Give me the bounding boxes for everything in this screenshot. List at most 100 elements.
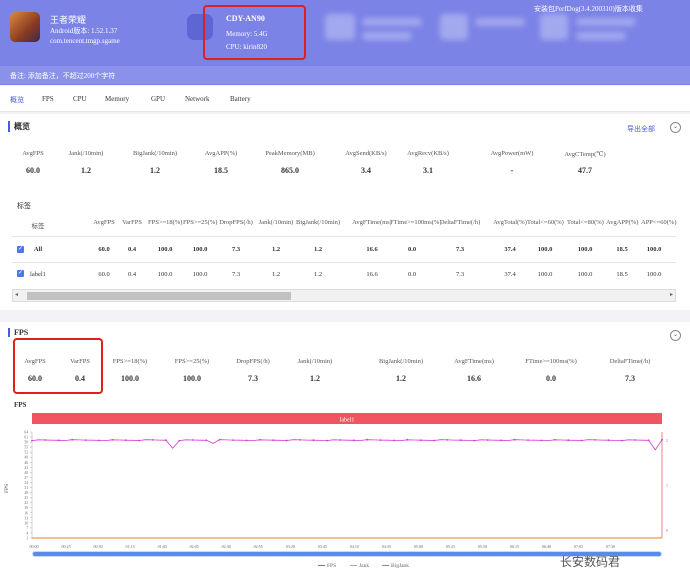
- overview-stat-label: AvgCTemp(℃): [564, 151, 606, 158]
- blurred-text: [362, 32, 412, 40]
- table-cell: 100.0: [577, 246, 593, 253]
- fps-point: [661, 438, 663, 441]
- blurred-text: [362, 18, 422, 26]
- table-label: 标签: [17, 202, 31, 210]
- overview-stat-value: 60.0: [26, 166, 40, 175]
- fps-point: [500, 439, 502, 442]
- y-tick-label: 1: [26, 537, 28, 541]
- legend-item[interactable]: FPS: [318, 563, 336, 569]
- table-cell: 60.0: [98, 246, 110, 253]
- y-tick-label: 25: [24, 496, 28, 500]
- tab-network[interactable]: Network: [185, 95, 210, 103]
- table-cell: 100.0: [157, 271, 173, 278]
- band-label: label1: [340, 418, 355, 424]
- table-header[interactable]: DropFPS(/h): [219, 218, 253, 227]
- app-version: Android版本: 1.52.1.37: [50, 27, 118, 35]
- y-tick-label: 10: [24, 521, 28, 525]
- fps-point: [232, 439, 235, 441]
- overview-stat-label: PeakMemory(MB): [265, 150, 315, 157]
- tab-memory[interactable]: Memory: [105, 95, 129, 103]
- x-tick-label: 00:00: [29, 544, 38, 549]
- divider: [12, 236, 676, 237]
- table-cell: 100.0: [537, 246, 553, 253]
- table-cell: 100.0: [537, 271, 553, 278]
- tab-cpu[interactable]: CPU: [73, 95, 87, 103]
- fps-stat-label: FPS>=25(%): [174, 358, 210, 365]
- table-header[interactable]: BigJank(/10min): [296, 218, 340, 227]
- table-header[interactable]: AvgTotal(%): [491, 218, 529, 227]
- fps-stat-label: FPS>=18(%): [112, 358, 148, 365]
- overview-stat-value: -: [510, 166, 514, 175]
- fps-point: [98, 439, 100, 442]
- table-header[interactable]: FTime>=100ms(%): [390, 218, 442, 227]
- table-header[interactable]: AvgFPS: [91, 218, 117, 227]
- note-field[interactable]: 备注: 添加备注，不超过200个字符: [0, 66, 690, 84]
- fps-stat-label: BigJank(/10min): [378, 358, 424, 365]
- table-cell: 18.5: [616, 271, 628, 278]
- table-header[interactable]: DeltaFTime(/h): [437, 218, 483, 227]
- fps-point: [460, 439, 462, 442]
- table-cell: 1.2: [271, 271, 281, 278]
- x-tick-label: 02:55: [254, 544, 263, 549]
- overview-stat-label: AvgPower(mW): [490, 150, 534, 157]
- fps-point: [513, 438, 516, 441]
- overview-stat-label: AvgSend(KB/s): [345, 150, 387, 157]
- tab-overview[interactable]: 概览: [10, 95, 24, 105]
- table-header[interactable]: 标签: [23, 222, 53, 231]
- blurred-text: [576, 18, 636, 26]
- horizontal-scrollbar[interactable]: ◂ ▸: [12, 289, 676, 302]
- overview-panel: [0, 114, 690, 310]
- table-header[interactable]: Jank(/10min): [256, 218, 296, 227]
- fps-point: [272, 439, 275, 442]
- table-cell: 16.6: [366, 271, 378, 278]
- tab-fps[interactable]: FPS: [42, 95, 54, 103]
- fps-stat-value: 16.6: [467, 374, 481, 383]
- checkbox-label1[interactable]: ✓: [17, 270, 24, 277]
- x-tick-label: 05:00: [414, 544, 423, 549]
- table-cell: 1.2: [313, 271, 323, 278]
- blurred-icon: [440, 14, 468, 40]
- table-header[interactable]: VarFPS: [119, 218, 145, 227]
- legend-item[interactable]: BigJank: [382, 563, 409, 569]
- app-package: com.tencent.tmgp.sgame: [50, 37, 120, 45]
- checkbox-all[interactable]: ✓: [17, 246, 24, 253]
- y-tick-label: 58: [24, 441, 28, 445]
- table-cell: 1.2: [313, 246, 323, 253]
- table-header[interactable]: Total<=60(%): [527, 218, 564, 227]
- x-tick-label: 05:50: [478, 544, 487, 549]
- y-tick-label: 13: [24, 516, 28, 520]
- table-header[interactable]: FPS>=18(%): [148, 218, 182, 227]
- table-header[interactable]: AvgAPP(%): [606, 218, 638, 227]
- table-header[interactable]: FPS>=25(%): [183, 218, 217, 227]
- table-cell: 37.4: [504, 271, 516, 278]
- table-cell: 60.0: [98, 271, 110, 278]
- table-header[interactable]: Total<=80(%): [567, 218, 604, 227]
- collapse-overview-icon[interactable]: ⌄: [670, 122, 681, 133]
- app-name: 王者荣耀: [50, 15, 87, 25]
- y-tick-label: 16: [24, 511, 28, 515]
- fps-point: [634, 439, 637, 441]
- y-tick-label: 19: [24, 506, 28, 510]
- scrollbar-thumb[interactable]: [27, 292, 291, 300]
- x-tick-label: 01:15: [126, 544, 135, 549]
- annotation-box-device: [203, 5, 306, 60]
- collapse-fps-icon[interactable]: ⌄: [670, 330, 681, 341]
- annotation-box-fps: [13, 338, 103, 394]
- x-tick-label: 04:10: [350, 544, 359, 549]
- table-cell: 0.0: [407, 246, 417, 253]
- export-all-link[interactable]: 导出全部: [627, 124, 655, 134]
- y-tick-label: 4: [26, 531, 28, 535]
- fps-stat-label: DeltaFTime(/h): [609, 358, 651, 365]
- fps-stat-label: DropFPS(/h): [236, 358, 270, 365]
- fps-point: [553, 438, 556, 441]
- tab-gpu[interactable]: GPU: [151, 95, 165, 103]
- legend-item[interactable]: Jank: [350, 563, 369, 569]
- tab-battery[interactable]: Battery: [230, 95, 251, 103]
- y-tick-label: 22: [24, 501, 28, 505]
- overview-stat-label: BigJank(/10min): [132, 150, 178, 157]
- fps-stat-value: 7.3: [248, 374, 258, 383]
- table-cell: 100.0: [192, 246, 208, 253]
- table-header[interactable]: APP<=60(%): [641, 218, 677, 227]
- table-header[interactable]: AvgFTime(ms): [352, 218, 392, 227]
- table-cell: 18.5: [616, 246, 628, 253]
